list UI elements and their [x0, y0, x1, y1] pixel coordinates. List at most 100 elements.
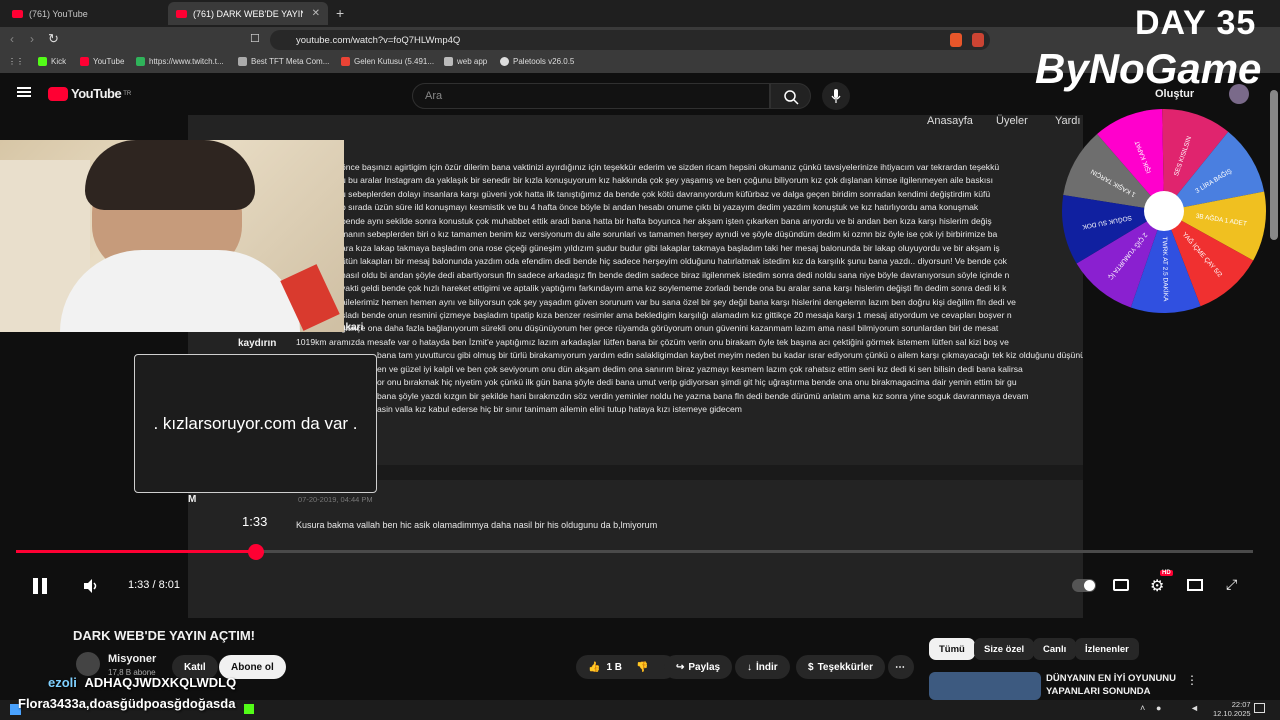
hd-badge: HD: [1160, 570, 1173, 576]
fullscreen-icon[interactable]: ⤢: [1226, 576, 1237, 593]
chip-live[interactable]: Canlı: [1033, 638, 1077, 660]
seek-preview-thumbnail: . kızlarsoruyor.com da var .: [134, 354, 377, 493]
player-controls: 1:33 / 8:01 ⚙ HD ⤢: [0, 570, 1280, 602]
tab-youtube[interactable]: (761) YouTube: [4, 2, 164, 25]
chat-message: Flora3433a,doasğüdpoasğdoğasda: [18, 696, 236, 711]
doc-line: manın sebeplerden biri o kız tamamen ben…: [341, 229, 998, 240]
like-button[interactable]: 👍 1 B 👎: [576, 655, 676, 679]
youtube-logo-icon: [48, 86, 68, 101]
bookmark-twitch[interactable]: https://www.twitch.t...: [136, 57, 224, 66]
brave-rewards-icon[interactable]: [972, 33, 984, 47]
doc-line: u bu aralar Instagram da yaklaşık bir se…: [341, 175, 993, 186]
more-actions-button[interactable]: ⋯: [888, 655, 914, 679]
chip-for-you[interactable]: Size özel: [974, 638, 1035, 660]
share-button[interactable]: ↪ Paylaş: [664, 655, 733, 679]
tab-dark-web[interactable]: (761) DARK WEB'DE YAYIN AÇ ✕: [168, 2, 328, 25]
webcam-overlay: [0, 140, 344, 332]
pause-icon[interactable]: [33, 578, 38, 594]
channel-name[interactable]: Misyoner: [108, 653, 156, 665]
url-field[interactable]: youtube.com/watch?v=foQ7HLWmp4Q: [270, 30, 990, 50]
doc-line: 1019km aramızda mesafe var o hatayda ben…: [296, 336, 1009, 347]
recommendation-title-2[interactable]: YAPANLARI SONUNDA: [1046, 686, 1151, 697]
reload-icon[interactable]: ↻: [48, 31, 59, 47]
recommendation-thumbnail[interactable]: [929, 672, 1041, 700]
thumbs-down-icon[interactable]: 👎: [636, 662, 648, 673]
miniplayer-icon[interactable]: [1187, 579, 1203, 591]
search-input[interactable]: Ara: [412, 83, 770, 109]
search-button[interactable]: [770, 83, 811, 109]
mic-tray-icon[interactable]: ●: [1156, 703, 1161, 713]
paletools-icon: [500, 57, 509, 66]
chip-all[interactable]: Tümü: [929, 638, 975, 660]
doc-line: o sırada üzün süre ild konuşmayı kesmist…: [341, 202, 979, 213]
pause-icon-bar[interactable]: [42, 578, 47, 594]
captions-icon[interactable]: [1113, 579, 1129, 591]
doc-line: bana tam yuvutturcu gibi olmuş bir türlü…: [377, 350, 1083, 361]
doc-nav-home: Anasayfa: [927, 115, 973, 127]
volume-tray-icon[interactable]: ◄: [1190, 703, 1199, 713]
doc-line: en ve güzel iyi kalpli ve ben çok seviyo…: [377, 363, 1023, 374]
bookmark-paletools[interactable]: Paletools v26.0.5: [500, 57, 574, 66]
doc-line: ailelerimiz hemen hemen aynı ve biliyors…: [341, 296, 1016, 307]
gmail-icon: [341, 57, 350, 66]
doc-body: önce başınızı agirtigim için özür dileri…: [296, 161, 1083, 417]
streamer-shirt: [60, 250, 300, 332]
apps-icon[interactable]: ⋮⋮: [8, 57, 24, 66]
page-scrollbar[interactable]: [1270, 90, 1278, 240]
video-title: DARK WEB'DE YAYIN AÇTIM!: [73, 628, 255, 643]
bookmark-webapp[interactable]: web app: [444, 57, 487, 66]
bookmark-icon[interactable]: ☐: [250, 32, 260, 45]
channel-avatar[interactable]: [76, 652, 100, 676]
doc-line: or onu bırakmak hiç niyetim yok çünkü il…: [377, 377, 1017, 388]
doc-line: asin valla kız kabul ederse hiç bir sını…: [377, 404, 742, 415]
notification-icon[interactable]: [1254, 703, 1265, 713]
progress-scrubber[interactable]: [247, 544, 264, 560]
wheel-hub: [1144, 191, 1184, 231]
day-counter: DAY 35: [1135, 4, 1257, 42]
tray-chevron-icon[interactable]: ˄: [1140, 703, 1145, 713]
doc-line: bende aynı sekilde sonra konustuk çok mu…: [341, 215, 992, 226]
clock[interactable]: 22:07 12.10.2025: [1213, 700, 1251, 718]
chip-watched[interactable]: İzlenenler: [1075, 638, 1139, 660]
download-button[interactable]: ↓ İndir: [735, 655, 790, 679]
forward-icon[interactable]: ›: [30, 32, 34, 46]
doc-side-label: kaydırın: [238, 338, 277, 349]
close-tab-icon[interactable]: ✕: [312, 8, 320, 19]
recommendation-title[interactable]: DÜNYANIN EN İYİ OYUNUNU: [1046, 673, 1176, 684]
tft-icon: [238, 57, 247, 66]
autoplay-toggle[interactable]: [1072, 579, 1096, 592]
chat-message: ezoli ADHAQJWDXKQLWDLQ: [48, 675, 237, 690]
bookmark-kick[interactable]: Kick: [38, 57, 66, 66]
kick-icon: [38, 57, 47, 66]
youtube-logo[interactable]: YouTube TR: [48, 86, 131, 101]
thanks-button[interactable]: $ Teşekkürler: [796, 655, 885, 679]
volume-icon[interactable]: [82, 578, 100, 594]
time-display: 1:33 / 8:01: [128, 579, 180, 591]
doc-line: nasıl oldu bi andan şöyle dedi abartiyor…: [341, 269, 1010, 280]
twitch-icon: [136, 57, 145, 66]
doc-line: u sebeplerden dolayı insanlara karşı güv…: [341, 188, 991, 199]
new-tab-icon[interactable]: +: [336, 5, 344, 21]
bookmark-youtube[interactable]: YouTube: [80, 57, 124, 66]
voice-search-button[interactable]: [822, 82, 850, 110]
download-icon: ↓: [747, 661, 752, 673]
streamer-hair: [85, 140, 255, 210]
youtube-favicon-icon: [176, 9, 187, 18]
menu-icon[interactable]: [17, 87, 31, 97]
back-icon[interactable]: ‹: [10, 32, 14, 46]
doc-line: vakti geldi bende çok hızlı hareket etti…: [341, 283, 1007, 294]
brave-shield-icon[interactable]: [950, 33, 962, 47]
thumbs-up-icon: 👍: [588, 661, 601, 673]
doc-line: şladı bende onun resmini çizmeye başladı…: [341, 309, 1012, 320]
doc-m-label: M: [188, 494, 197, 505]
more-vert-icon[interactable]: ⋮: [1186, 673, 1198, 687]
share-icon: ↪: [676, 661, 685, 673]
settings-icon[interactable]: ⚙: [1150, 576, 1164, 596]
doc-line: ütün lakapları bir mesaj balonunda yazdı…: [341, 256, 1007, 267]
doc-line: bana şöyle yazdı kızgın bir şekilde hani…: [377, 390, 1029, 401]
bookmark-tft[interactable]: Best TFT Meta Com...: [238, 57, 329, 66]
bookmark-gmail[interactable]: Gelen Kutusu (5.491...: [341, 57, 434, 66]
kick-taskbar-icon[interactable]: [244, 704, 254, 714]
brand-logo: ByNoGame: [1035, 45, 1262, 92]
spin-wheel: 1 KAŞIK TARÇINIŞIK KAPAT SES KISILSIN3 Lİ…: [1062, 109, 1266, 313]
